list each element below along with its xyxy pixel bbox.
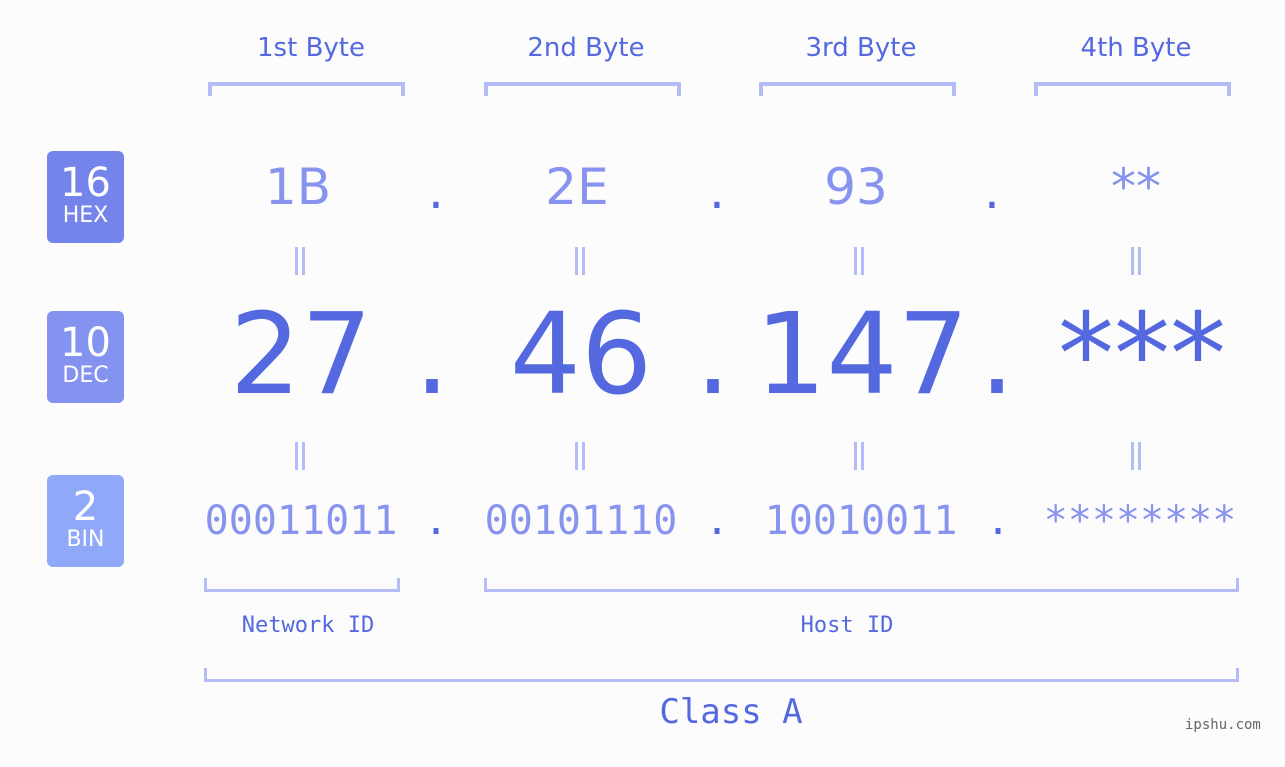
byte-bracket-4 [1034,82,1231,96]
byte-bracket-2 [484,82,681,96]
dec-badge: 10 DEC [47,311,124,403]
byte-header-3: 3rd Byte [805,33,917,63]
bin-octet-2: 00101110 [484,498,678,544]
equals-icon [1126,442,1146,474]
bin-separator-3: . [985,498,1011,544]
host-id-bracket [484,578,1239,592]
byte-header-4: 4th Byte [1080,33,1192,63]
dec-label: DEC [62,363,109,388]
hex-separator-1: . [428,162,444,220]
bin-badge: 2 BIN [47,475,124,567]
hex-badge: 16 HEX [47,151,124,243]
bin-octet-3: 10010011 [764,498,958,544]
network-id-bracket [204,578,400,592]
byte-bracket-1 [208,82,405,96]
equals-icon [1126,247,1146,279]
host-id-label: Host ID [800,613,894,638]
bin-separator-1: . [423,498,449,544]
dec-octet-4: *** [1058,290,1226,420]
byte-bracket-3 [759,82,956,96]
hex-separator-2: . [709,162,725,220]
bin-octet-4: ******** [1043,498,1237,544]
equals-icon [849,442,869,474]
equals-icon [290,442,310,474]
equals-icon [570,247,590,279]
hex-octet-4: ** [1111,158,1161,216]
class-bracket [204,668,1239,682]
dec-separator-1: . [414,290,450,420]
equals-icon [570,442,590,474]
bin-separator-2: . [704,498,730,544]
hex-base: 16 [60,160,111,206]
dec-octet-3: 147 [755,290,969,420]
hex-label: HEX [62,203,109,228]
dec-octet-1: 27 [229,290,373,420]
bin-label: BIN [66,527,105,552]
watermark: ipshu.com [1185,717,1261,733]
dec-separator-2: . [695,290,731,420]
dec-base: 10 [60,320,111,366]
equals-icon [849,247,869,279]
network-id-label: Network ID [241,613,375,638]
class-label: Class A [659,692,803,732]
hex-octet-2: 2E [545,158,609,216]
equals-icon [290,247,310,279]
bin-octet-1: 00011011 [204,498,398,544]
byte-header-1: 1st Byte [257,33,365,63]
dec-separator-3: . [979,290,1015,420]
dec-octet-2: 46 [509,290,653,420]
byte-header-2: 2nd Byte [527,33,645,63]
hex-octet-1: 1B [264,158,332,216]
bin-base: 2 [72,484,99,530]
hex-octet-3: 93 [824,158,888,216]
hex-separator-3: . [984,162,1000,220]
